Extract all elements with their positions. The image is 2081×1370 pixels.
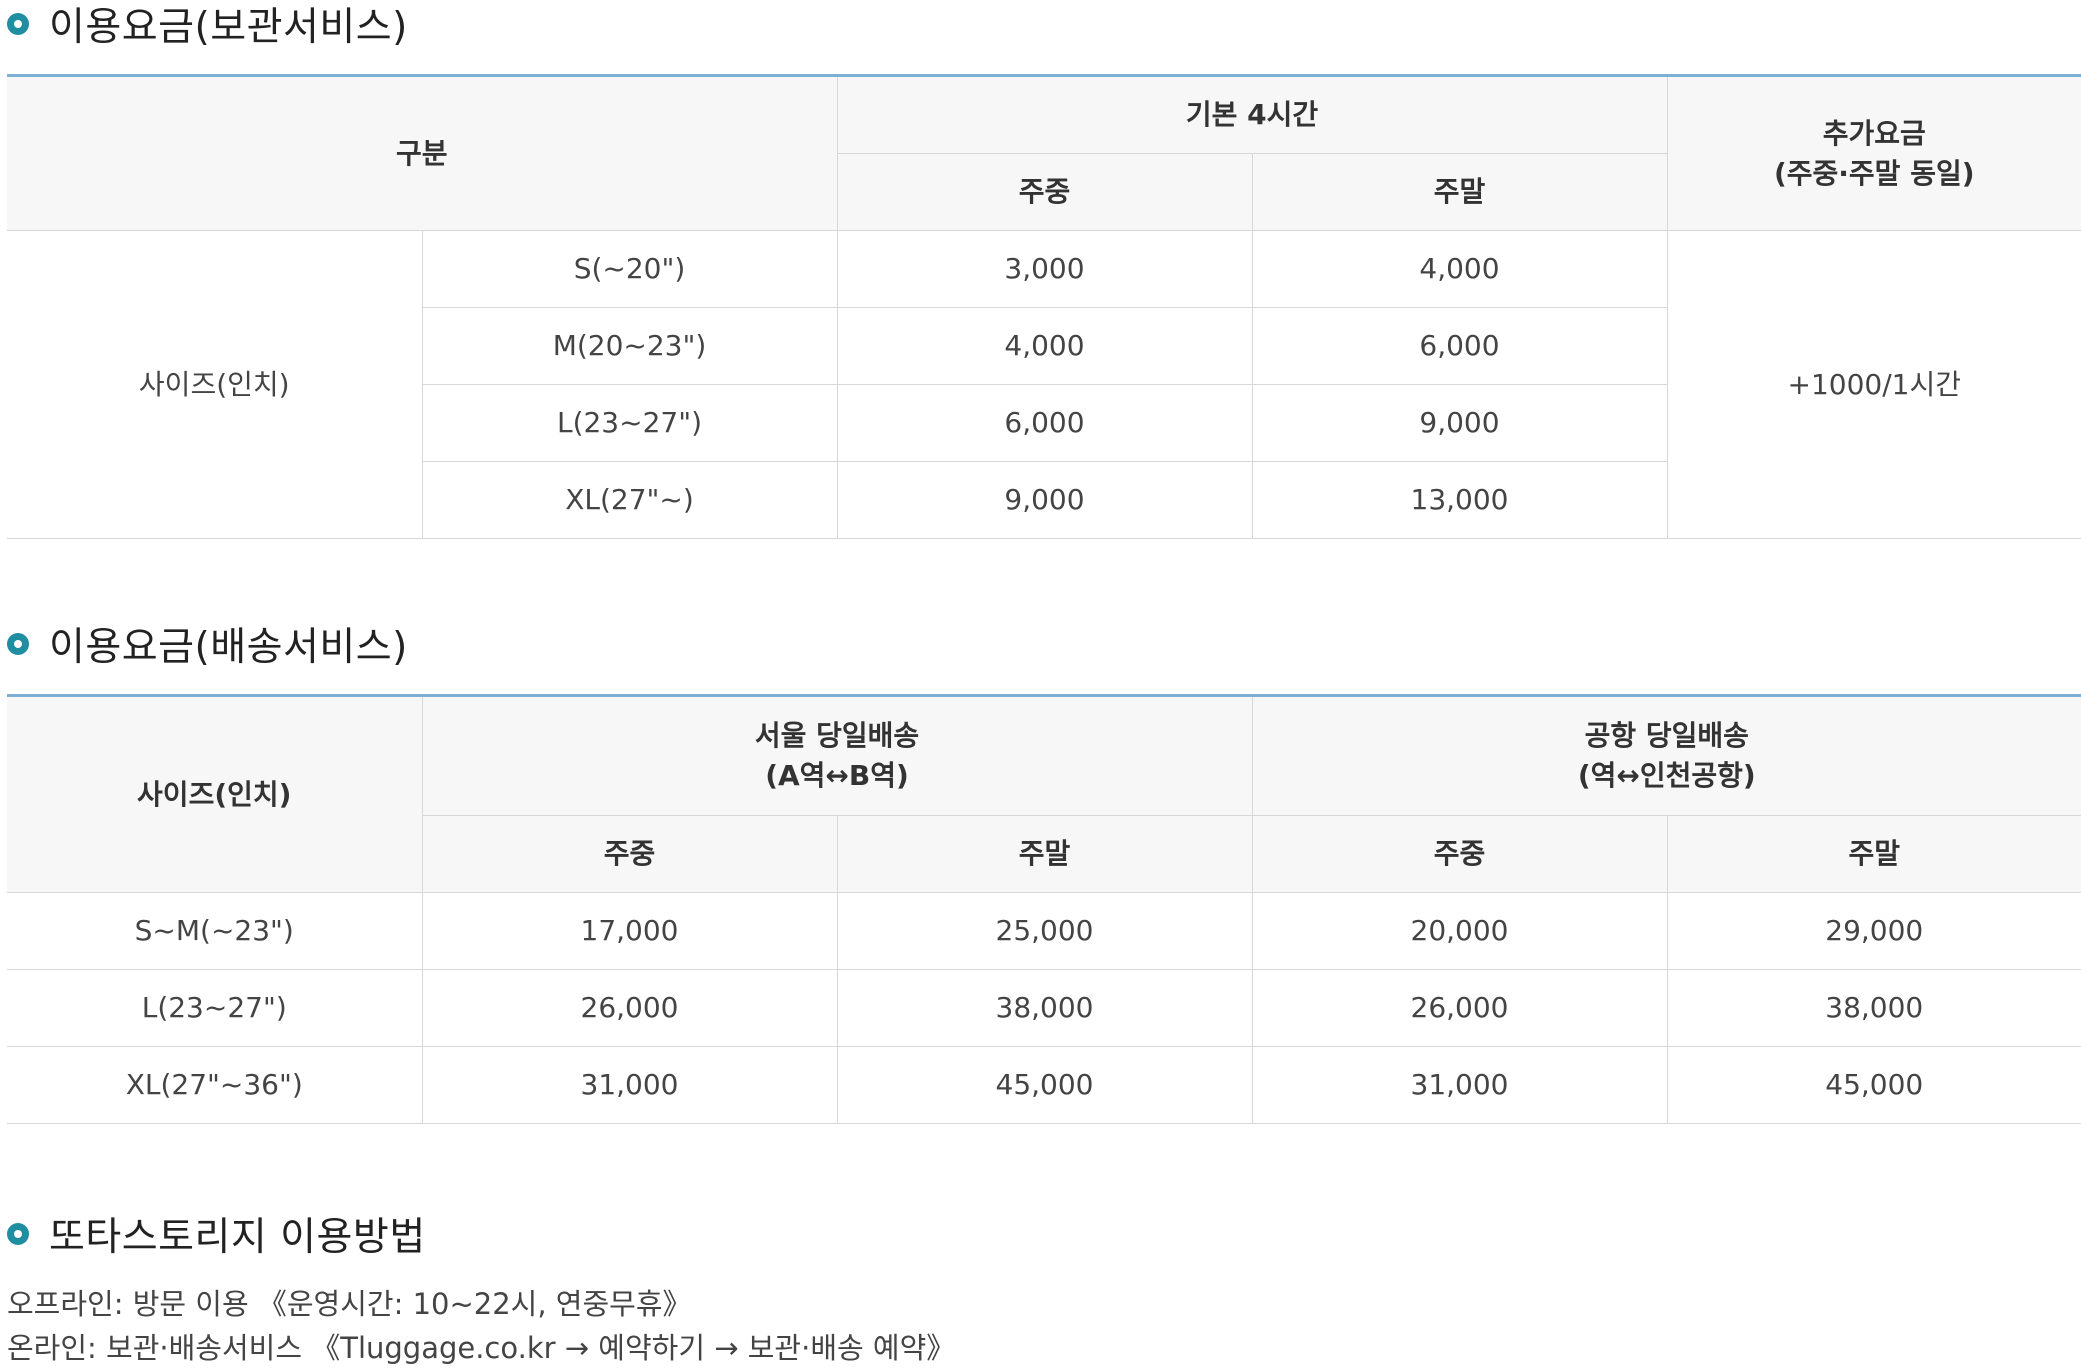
storage-header-row-1: 구분 기본 4시간 추가요금 (주중·주말 동일)	[7, 76, 2081, 154]
offline-info: 오프라인: 방문 이용 《운영시간: 10~22시, 연중무휴》	[7, 1282, 955, 1326]
size-cell: L(23~27")	[7, 970, 422, 1047]
howto-section-title: 또타스토리지 이용방법	[7, 1210, 426, 1258]
basic-hours-header: 기본 4시간	[837, 76, 1667, 154]
category-header: 구분	[7, 76, 837, 231]
weekend-price-cell: 4,000	[1252, 231, 1667, 308]
airport-weekend-header: 주말	[1667, 816, 2081, 893]
seoul-weekend-header: 주말	[837, 816, 1252, 893]
weekend-price-cell: 6,000	[1252, 308, 1667, 385]
howto-title-text: 또타스토리지 이용방법	[49, 1206, 426, 1262]
airport-header-line1: 공항 당일배송	[1253, 716, 2081, 756]
size-cell: XL(27"~)	[422, 462, 837, 539]
delivery-title-text: 이용요금(배송서비스)	[49, 616, 408, 672]
storage-fee-table: 구분 기본 4시간 추가요금 (주중·주말 동일) 주중 주말 사이즈(인치) …	[7, 74, 2081, 539]
table-row: L(23~27") 26,000 38,000 26,000 38,000	[7, 970, 2081, 1047]
airport-weekend-price-cell: 29,000	[1667, 893, 2081, 970]
weekday-price-cell: 9,000	[837, 462, 1252, 539]
size-header: 사이즈(인치)	[7, 696, 422, 893]
extra-fee-header-line2: (주중·주말 동일)	[1668, 154, 2081, 194]
table-row: 사이즈(인치) S(~20") 3,000 4,000 +1000/1시간	[7, 231, 2081, 308]
airport-header-line2: (역↔인천공항)	[1253, 756, 2081, 796]
circle-bullet-icon	[7, 1223, 29, 1245]
weekday-price-cell: 3,000	[837, 231, 1252, 308]
seoul-weekend-price-cell: 38,000	[837, 970, 1252, 1047]
seoul-weekday-price-cell: 17,000	[422, 893, 837, 970]
seoul-header-line2: (A역↔B역)	[423, 756, 1252, 796]
weekday-price-cell: 4,000	[837, 308, 1252, 385]
airport-weekday-price-cell: 20,000	[1252, 893, 1667, 970]
weekday-price-cell: 6,000	[837, 385, 1252, 462]
extra-fee-header: 추가요금 (주중·주말 동일)	[1667, 76, 2081, 231]
seoul-weekday-price-cell: 31,000	[422, 1047, 837, 1124]
delivery-header-row-1: 사이즈(인치) 서울 당일배송 (A역↔B역) 공항 당일배송 (역↔인천공항)	[7, 696, 2081, 816]
circle-bullet-icon	[7, 633, 29, 655]
seoul-weekend-price-cell: 45,000	[837, 1047, 1252, 1124]
weekend-header: 주말	[1252, 154, 1667, 231]
airport-weekend-price-cell: 45,000	[1667, 1047, 2081, 1124]
airport-weekend-price-cell: 38,000	[1667, 970, 2081, 1047]
airport-weekday-header: 주중	[1252, 816, 1667, 893]
weekend-price-cell: 13,000	[1252, 462, 1667, 539]
delivery-section-title: 이용요금(배송서비스)	[7, 620, 408, 668]
size-label-cell: 사이즈(인치)	[7, 231, 422, 539]
seoul-header-line1: 서울 당일배송	[423, 716, 1252, 756]
seoul-delivery-header: 서울 당일배송 (A역↔B역)	[422, 696, 1252, 816]
online-info: 온라인: 보관·배송서비스 《Tluggage.co.kr → 예약하기 → 보…	[7, 1326, 955, 1370]
seoul-weekend-price-cell: 25,000	[837, 893, 1252, 970]
size-cell: S(~20")	[422, 231, 837, 308]
size-cell: L(23~27")	[422, 385, 837, 462]
size-cell: XL(27"~36")	[7, 1047, 422, 1124]
howto-info: 오프라인: 방문 이용 《운영시간: 10~22시, 연중무휴》 온라인: 보관…	[7, 1282, 955, 1370]
extra-fee-header-line1: 추가요금	[1668, 114, 2081, 154]
airport-delivery-header: 공항 당일배송 (역↔인천공항)	[1252, 696, 2081, 816]
seoul-weekday-price-cell: 26,000	[422, 970, 837, 1047]
circle-bullet-icon	[7, 13, 29, 35]
table-row: S~M(~23") 17,000 25,000 20,000 29,000	[7, 893, 2081, 970]
seoul-weekday-header: 주중	[422, 816, 837, 893]
table-row: XL(27"~36") 31,000 45,000 31,000 45,000	[7, 1047, 2081, 1124]
storage-section-title: 이용요금(보관서비스)	[7, 0, 408, 48]
weekday-header: 주중	[837, 154, 1252, 231]
size-cell: M(20~23")	[422, 308, 837, 385]
weekend-price-cell: 9,000	[1252, 385, 1667, 462]
size-cell: S~M(~23")	[7, 893, 422, 970]
airport-weekday-price-cell: 31,000	[1252, 1047, 1667, 1124]
airport-weekday-price-cell: 26,000	[1252, 970, 1667, 1047]
storage-title-text: 이용요금(보관서비스)	[49, 0, 408, 52]
extra-fee-cell: +1000/1시간	[1667, 231, 2081, 539]
delivery-fee-table: 사이즈(인치) 서울 당일배송 (A역↔B역) 공항 당일배송 (역↔인천공항)…	[7, 694, 2081, 1124]
